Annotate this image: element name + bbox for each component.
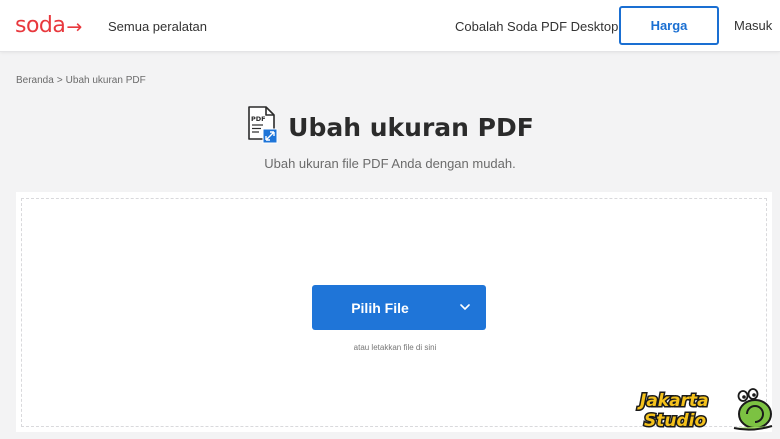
page-subtitle: Ubah ukuran file PDF Anda dengan mudah. [264, 156, 516, 171]
page-title: Ubah ukuran PDF [288, 113, 534, 142]
breadcrumb-separator: > [56, 75, 63, 86]
logo-arrow-icon: → [66, 15, 82, 38]
top-navigation-bar: soda → Semua peralatan Cobalah Soda PDF … [0, 0, 780, 52]
watermark-line1: Jakarta [637, 391, 709, 411]
pdf-icon-label: PDF [251, 115, 266, 123]
logo-text: soda [15, 13, 66, 38]
watermark-line2: Studio [644, 411, 706, 431]
choose-file-button[interactable]: Pilih File [312, 285, 486, 330]
drop-hint-text: atau letakkan file di sini [353, 343, 437, 352]
breadcrumb-home[interactable]: Beranda [16, 75, 54, 86]
jakarta-studio-watermark: Jakarta Studio [634, 384, 780, 439]
all-tools-link[interactable]: Semua peralatan [108, 19, 207, 34]
snail-mascot-icon [733, 388, 773, 431]
choose-file-label: Pilih File [351, 299, 409, 316]
chevron-down-icon[interactable] [444, 304, 486, 311]
page-heading: PDF Ubah ukuran PDF [0, 106, 780, 149]
try-desktop-link[interactable]: Cobalah Soda PDF Desktop [455, 19, 618, 34]
soda-logo[interactable]: soda → [15, 13, 82, 38]
pricing-button[interactable]: Harga [619, 6, 719, 45]
breadcrumb: Beranda > Ubah ukuran PDF [16, 75, 146, 86]
pdf-resize-icon: PDF [246, 106, 288, 149]
login-link[interactable]: Masuk [734, 18, 772, 33]
breadcrumb-current: Ubah ukuran PDF [65, 75, 146, 86]
